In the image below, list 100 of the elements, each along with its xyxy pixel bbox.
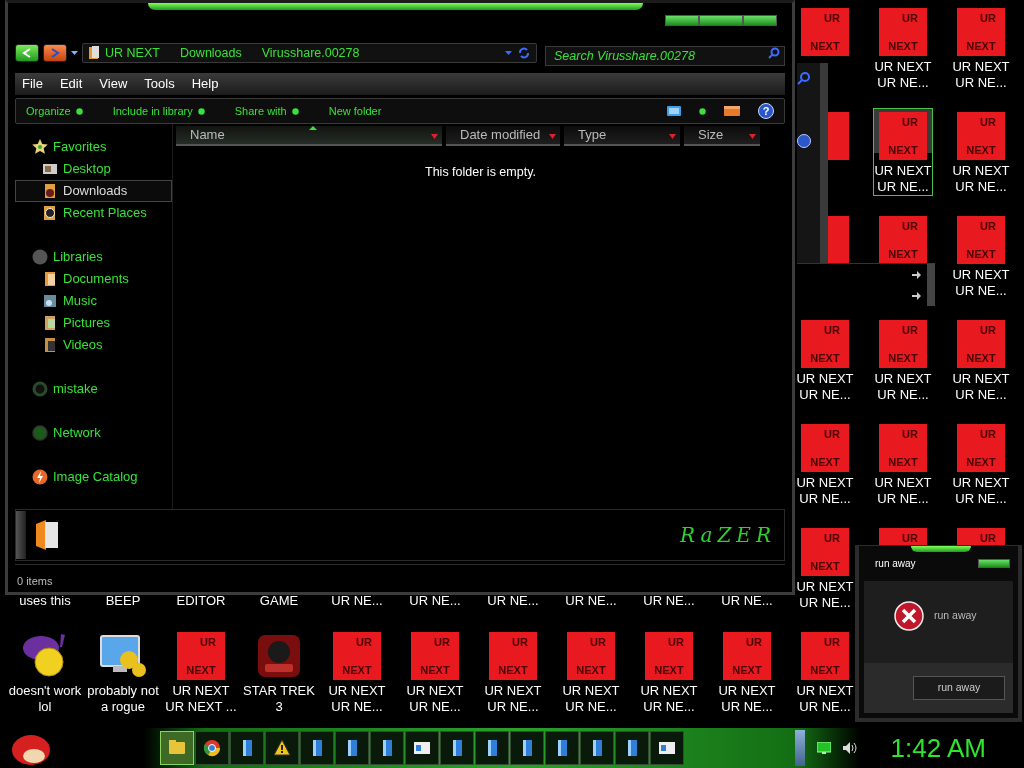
desktop-shortcut[interactable]: UR NE... xyxy=(486,592,540,610)
desktop-shortcut[interactable]: UR NEXT UR NEXT UR NE... xyxy=(483,628,543,716)
taskbar-button[interactable] xyxy=(405,731,439,765)
column-header[interactable]: Name xyxy=(176,126,442,146)
taskbar-button[interactable] xyxy=(300,731,334,765)
desktop-shortcut[interactable]: UR NEXT UR NEXT UR NE... xyxy=(951,108,1011,196)
dialog-button[interactable]: run away xyxy=(913,676,1005,700)
toolbar-button[interactable]: New folder xyxy=(328,102,382,120)
toolbar-button[interactable]: Share with xyxy=(234,102,299,120)
icon-text: NEXT xyxy=(810,560,840,573)
desktop-shortcut[interactable]: BEEP xyxy=(98,592,148,610)
close-button[interactable] xyxy=(978,559,1010,568)
toolbar-button[interactable]: Organize xyxy=(26,102,83,120)
taskbar-button[interactable] xyxy=(335,731,369,765)
icon-text: NEXT xyxy=(576,664,606,677)
taskbar-button[interactable] xyxy=(230,731,264,765)
taskbar-button[interactable] xyxy=(580,731,614,765)
close-button[interactable] xyxy=(743,15,777,26)
desktop-shortcut[interactable]: UR NEXT UR NEXT UR NE... xyxy=(873,108,933,196)
breadcrumb-link[interactable]: UR NEXT xyxy=(105,43,160,63)
sidebar-item[interactable]: Music xyxy=(15,290,172,312)
back-button[interactable] xyxy=(15,44,39,62)
desktop-shortcut[interactable]: UR NEXT UR NEXT UR NE... xyxy=(639,628,699,716)
address-bar[interactable]: UR NEXT Downloads Virusshare.00278 xyxy=(82,43,537,63)
desktop-shortcut[interactable]: uses this xyxy=(18,592,72,610)
sidebar-item[interactable]: Favorites xyxy=(15,136,172,158)
icon-text: UR xyxy=(434,636,450,649)
desktop-shortcut[interactable]: STAR TREK 3 xyxy=(242,628,316,716)
toolbar-button[interactable]: Include in library xyxy=(112,102,205,120)
sidebar-item[interactable]: Libraries xyxy=(15,246,172,268)
desktop-shortcut[interactable]: doesn't work lol xyxy=(7,628,83,716)
desktop-shortcut[interactable]: UR NEXT UR NEXT UR NE... xyxy=(873,420,933,508)
taskbar-button[interactable] xyxy=(370,731,404,765)
pane-icon xyxy=(724,106,740,116)
forward-button[interactable] xyxy=(43,44,67,62)
desktop-shortcut[interactable]: UR NE... xyxy=(330,592,384,610)
desktop-shortcut[interactable]: UR NEXT UR NEXT UR NE... xyxy=(795,628,855,716)
breadcrumb-link[interactable]: Virusshare.00278 xyxy=(261,43,360,63)
icon-text: UR xyxy=(902,532,918,545)
taskbar-button[interactable] xyxy=(475,731,509,765)
maximize-button[interactable] xyxy=(699,15,743,26)
help-button[interactable]: ? xyxy=(758,103,774,119)
menu-item[interactable]: View xyxy=(99,74,128,94)
taskbar-button[interactable] xyxy=(440,731,474,765)
breadcrumb-link[interactable]: Downloads xyxy=(179,43,242,63)
desktop-shortcut[interactable]: UR NEXT UR NEXT UR NE... xyxy=(951,212,1011,300)
column-header[interactable]: Size xyxy=(684,126,760,146)
search-field[interactable]: Search Virusshare.00278 xyxy=(545,46,785,66)
sidebar-item[interactable]: Videos xyxy=(15,334,172,356)
desktop-shortcut[interactable]: GAME xyxy=(254,592,304,610)
menu-item[interactable]: Help xyxy=(191,74,219,94)
sidebar-item[interactable]: Image Catalog xyxy=(15,466,172,488)
desktop-shortcut[interactable]: UR NE... xyxy=(720,592,774,610)
desktop-shortcut[interactable]: UR NEXT UR NEXT UR NE... xyxy=(951,316,1011,404)
desktop-shortcut[interactable]: UR NE... xyxy=(564,592,618,610)
desktop-shortcut[interactable]: UR NEXT UR NEXT UR NE... xyxy=(951,4,1011,92)
sidebar-item[interactable]: mistake xyxy=(15,378,172,400)
desktop-shortcut[interactable]: UR NEXT UR NEXT UR NE... xyxy=(795,316,855,404)
disc-icon xyxy=(32,249,48,265)
desktop-shortcut[interactable]: UR NEXT UR NEXT UR NE... xyxy=(873,4,933,92)
taskbar-button[interactable] xyxy=(615,731,649,765)
desktop-shortcut[interactable]: UR NE... xyxy=(408,592,462,610)
desktop-shortcut[interactable]: UR NEXT UR NEXT UR NE... xyxy=(795,524,855,612)
menu-item[interactable]: Edit xyxy=(59,74,83,94)
minimize-button[interactable] xyxy=(665,15,699,26)
menu-item[interactable]: Tools xyxy=(144,74,175,94)
desktop-shortcut[interactable]: UR NEXT UR NEXT UR NE... xyxy=(717,628,777,716)
icon-text: NEXT xyxy=(342,664,372,677)
sidebar-item[interactable]: Network xyxy=(15,422,172,444)
desktop-shortcut[interactable]: UR NEXT UR NEXT UR NEXT ... xyxy=(164,628,238,716)
sidebar-item[interactable]: Pictures xyxy=(15,312,172,334)
sort-arrow-icon xyxy=(309,126,317,130)
desktop-shortcut[interactable]: UR NEXT UR NEXT UR NE... xyxy=(873,316,933,404)
desktop-shortcut[interactable]: UR NEXT xyxy=(800,4,850,60)
icon-text: UR xyxy=(902,116,918,129)
desktop-shortcut[interactable]: UR NEXT xyxy=(878,212,928,268)
column-header[interactable]: Type xyxy=(564,126,680,146)
desktop-shortcut[interactable]: UR NEXT UR NEXT UR NE... xyxy=(405,628,465,716)
taskbar-button[interactable] xyxy=(510,731,544,765)
sidebar-item[interactable]: Documents xyxy=(15,268,172,290)
sidebar-item[interactable]: Desktop xyxy=(15,158,172,180)
desktop-shortcut[interactable]: UR NE... xyxy=(642,592,696,610)
column-header[interactable]: Date modified xyxy=(446,126,560,146)
taskbar-button[interactable] xyxy=(650,731,684,765)
taskbar-button[interactable] xyxy=(545,731,579,765)
tray-scroll-button[interactable] xyxy=(794,730,805,766)
sidebar-item[interactable]: Downloads xyxy=(15,180,172,202)
desktop-shortcut[interactable]: UR NEXT UR NEXT UR NE... xyxy=(951,420,1011,508)
desktop-shortcut[interactable]: UR NEXT UR NEXT UR NE... xyxy=(795,420,855,508)
icon-text: UR xyxy=(980,116,996,129)
desktop-shortcut[interactable]: EDITOR xyxy=(175,592,227,610)
menu-item[interactable]: File xyxy=(22,74,43,94)
taskbar-button[interactable] xyxy=(265,731,299,765)
desktop-shortcut[interactable]: probably not a rogue xyxy=(86,628,160,716)
desktop-shortcut[interactable]: UR NEXT UR NEXT UR NE... xyxy=(561,628,621,716)
screen-icon xyxy=(667,106,681,116)
sidebar-item[interactable]: Recent Places xyxy=(15,202,172,224)
icon-text: NEXT xyxy=(966,248,996,261)
desktop-shortcut[interactable]: UR NEXT UR NEXT UR NE... xyxy=(327,628,387,716)
taskbar-button[interactable] xyxy=(195,731,229,765)
